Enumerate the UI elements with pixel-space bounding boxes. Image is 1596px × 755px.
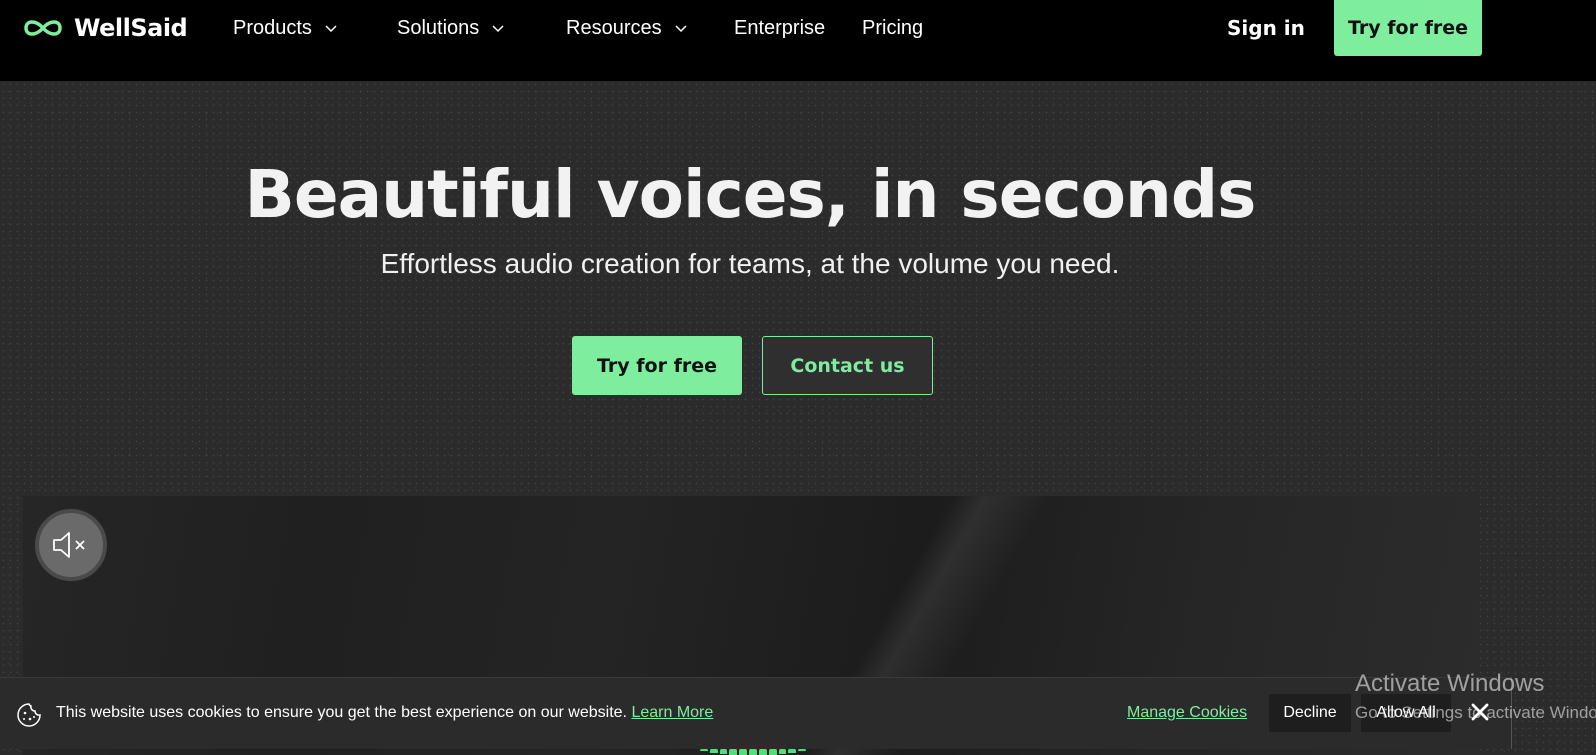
sign-in-link[interactable]: Sign in: [1227, 14, 1305, 42]
mute-toggle-button[interactable]: [35, 509, 107, 581]
contact-us-button[interactable]: Contact us: [762, 336, 933, 395]
nav-resources-label: Resources: [566, 16, 662, 39]
nav-pricing-label: Pricing: [862, 16, 924, 39]
decline-button[interactable]: Decline: [1269, 694, 1351, 732]
hero-try-for-free-button[interactable]: Try for free: [572, 336, 742, 395]
nav-try-for-free-button[interactable]: Try for free: [1334, 0, 1482, 56]
top-navigation: WellSaid Products Solutions Resources En…: [0, 0, 1596, 81]
nav-enterprise[interactable]: Enterprise: [734, 14, 825, 42]
cookie-message-text: This website uses cookies to ensure you …: [56, 704, 627, 721]
speaker-muted-icon: [53, 532, 85, 558]
cookie-message: This website uses cookies to ensure you …: [56, 704, 713, 722]
nav-solutions-label: Solutions: [397, 16, 480, 39]
chevron-down-icon: [325, 25, 337, 33]
chevron-down-icon: [675, 25, 687, 33]
audio-waveform: [700, 748, 806, 755]
hero-title: Beautiful voices, in seconds: [244, 156, 1257, 233]
nav-solutions[interactable]: Solutions: [397, 14, 505, 42]
nav-pricing[interactable]: Pricing: [862, 14, 923, 42]
logo[interactable]: WellSaid: [22, 14, 188, 42]
nav-enterprise-label: Enterprise: [734, 16, 826, 39]
chevron-down-icon: [492, 25, 504, 33]
logo-text: WellSaid: [74, 14, 188, 42]
learn-more-link[interactable]: Learn More: [631, 704, 713, 721]
activate-windows-subtitle: Go to Settings to activate Windows.: [1355, 703, 1596, 722]
nav-resources[interactable]: Resources: [566, 14, 688, 42]
nav-products[interactable]: Products: [233, 14, 338, 42]
cookie-icon: [17, 703, 41, 727]
activate-windows-title: Activate Windows: [1355, 670, 1545, 697]
wellsaid-logo-icon: [24, 20, 62, 36]
hero-subtitle: Effortless audio creation for teams, at …: [380, 248, 1120, 279]
cookie-banner: This website uses cookies to ensure you …: [0, 677, 1512, 749]
nav-products-label: Products: [233, 16, 312, 39]
manage-cookies-link[interactable]: Manage Cookies: [1127, 704, 1247, 722]
